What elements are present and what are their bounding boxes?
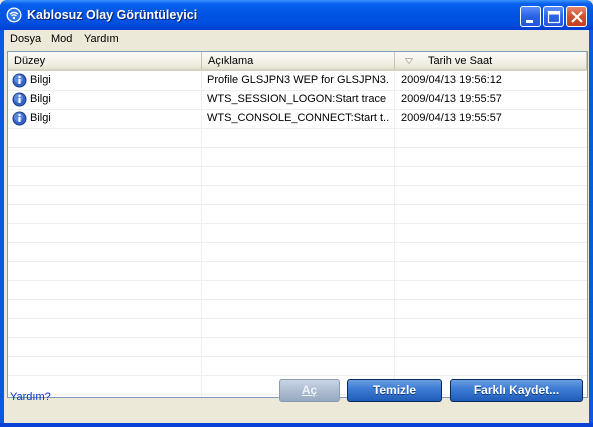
title-bar[interactable]: Kablosuz Olay Görüntüleyici	[0, 0, 593, 30]
cell-level: Bilgi	[30, 93, 51, 105]
table-row[interactable]: Bilgi WTS_CONSOLE_CONNECT:Start t... 200…	[8, 109, 587, 128]
menu-file[interactable]: Dosya	[10, 33, 41, 45]
grid-line	[8, 299, 587, 300]
cell-description: Profile GLSJPN3 WEP for GLSJPN3...	[207, 74, 390, 86]
clear-button-label: Temizle	[372, 383, 417, 397]
info-icon	[12, 92, 27, 107]
grid-line	[8, 185, 587, 186]
window-title: Kablosuz Olay Görüntüleyici	[27, 8, 198, 22]
grid-line	[8, 318, 587, 319]
grid-line	[8, 337, 587, 338]
cell-datetime: 2009/04/13 19:55:57	[401, 93, 502, 105]
grid-line	[8, 261, 587, 262]
grid-line	[8, 147, 587, 148]
grid-line	[8, 128, 587, 129]
grid-line	[8, 356, 587, 357]
minimize-icon	[526, 20, 533, 23]
save-as-button-label: Farklı Kaydet...	[473, 383, 560, 397]
grid-line	[8, 375, 587, 376]
open-button-label: Aç	[301, 383, 318, 397]
window-client-area: Dosya Mod Yardım Düzey Açıklama Tarih ve…	[4, 30, 589, 423]
cell-description: WTS_SESSION_LOGON:Start trace	[207, 93, 387, 105]
grid-line	[8, 204, 587, 205]
menu-bar: Dosya Mod Yardım	[4, 30, 589, 49]
maximize-button[interactable]	[543, 6, 564, 27]
column-header-level[interactable]: Düzey	[8, 52, 202, 69]
grid-line	[8, 242, 587, 243]
sort-descending-icon	[405, 58, 413, 64]
cell-datetime: 2009/04/13 19:55:57	[401, 112, 502, 124]
wireless-network-icon	[6, 7, 22, 23]
column-header-description[interactable]: Açıklama	[202, 52, 395, 69]
grid-line	[8, 280, 587, 281]
table-row[interactable]: Bilgi WTS_SESSION_LOGON:Start trace 2009…	[8, 90, 587, 109]
cell-datetime: 2009/04/13 19:56:12	[401, 74, 502, 86]
close-icon	[571, 11, 583, 23]
open-button[interactable]: Aç	[279, 379, 340, 402]
cell-level: Bilgi	[30, 74, 51, 86]
event-list[interactable]: Düzey Açıklama Tarih ve Saat Bilgi Profi…	[7, 51, 588, 398]
menu-mode[interactable]: Mod	[51, 33, 72, 45]
grid-line	[8, 166, 587, 167]
info-icon	[12, 73, 27, 88]
window: Kablosuz Olay Görüntüleyici Dosya Mod Ya…	[0, 0, 593, 427]
minimize-button[interactable]	[520, 6, 541, 27]
maximize-icon	[547, 10, 561, 24]
help-link[interactable]: Yardım?	[10, 391, 51, 403]
grid-line	[8, 223, 587, 224]
window-frame-bottom	[0, 423, 593, 427]
cell-description: WTS_CONSOLE_CONNECT:Start t...	[207, 112, 390, 124]
info-icon	[12, 111, 27, 126]
save-as-button[interactable]: Farklı Kaydet...	[450, 379, 583, 402]
close-button[interactable]	[566, 6, 587, 27]
menu-help[interactable]: Yardım	[84, 33, 119, 45]
column-header-datetime[interactable]: Tarih ve Saat	[395, 52, 587, 69]
cell-level: Bilgi	[30, 112, 51, 124]
list-header: Düzey Açıklama Tarih ve Saat	[8, 52, 587, 71]
table-row[interactable]: Bilgi Profile GLSJPN3 WEP for GLSJPN3...…	[8, 71, 587, 90]
clear-button[interactable]: Temizle	[347, 379, 442, 402]
